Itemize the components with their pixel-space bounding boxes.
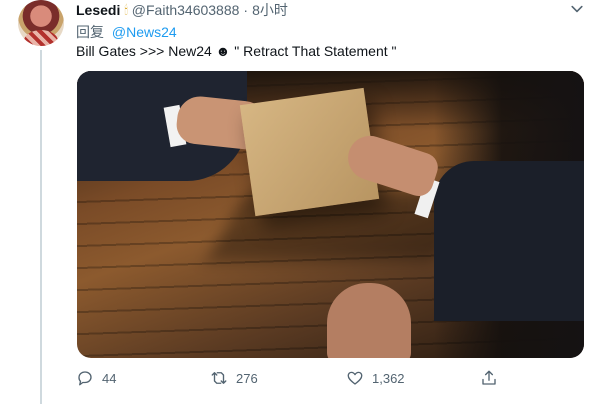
reply-button[interactable]: 44 <box>76 369 116 387</box>
retweet-button[interactable]: 276 <box>210 369 258 387</box>
reply-context: 回复 @News24 <box>76 22 177 42</box>
like-count: 1,362 <box>372 370 405 386</box>
tweet-timestamp[interactable]: 8小时 <box>252 0 288 20</box>
share-icon <box>482 370 496 385</box>
reply-mention-link[interactable]: @News24 <box>112 24 177 40</box>
retweet-count: 276 <box>236 370 258 386</box>
share-button[interactable] <box>480 369 498 387</box>
retweet-icon <box>211 372 227 384</box>
tweet-text: Bill Gates >>> New24 ☻ " Retract That St… <box>76 43 397 59</box>
media-fist <box>327 283 411 358</box>
reply-prefix: 回复 <box>76 24 104 40</box>
thread-connector-line <box>40 50 42 404</box>
heart-icon <box>347 371 363 385</box>
reply-icon <box>78 371 92 386</box>
separator-dot: · <box>243 2 249 18</box>
chevron-down-icon <box>571 5 583 13</box>
user-handle[interactable]: @Faith34603888 <box>132 2 240 18</box>
reply-count: 44 <box>102 370 117 386</box>
tweet-header: Lesedi 🕯 @Faith34603888 · 8小时 <box>76 0 288 20</box>
like-button[interactable]: 1,362 <box>346 369 405 387</box>
more-options-button[interactable] <box>567 0 587 18</box>
tweet-actions: 44 276 1,362 <box>76 368 506 388</box>
avatar[interactable] <box>18 0 64 46</box>
tweet-media-image[interactable] <box>77 71 584 358</box>
candle-badge-icon: 🕯 <box>124 2 128 17</box>
avatar-shirt <box>24 30 58 46</box>
media-right-sleeve <box>434 161 584 321</box>
display-name[interactable]: Lesedi <box>76 2 120 18</box>
